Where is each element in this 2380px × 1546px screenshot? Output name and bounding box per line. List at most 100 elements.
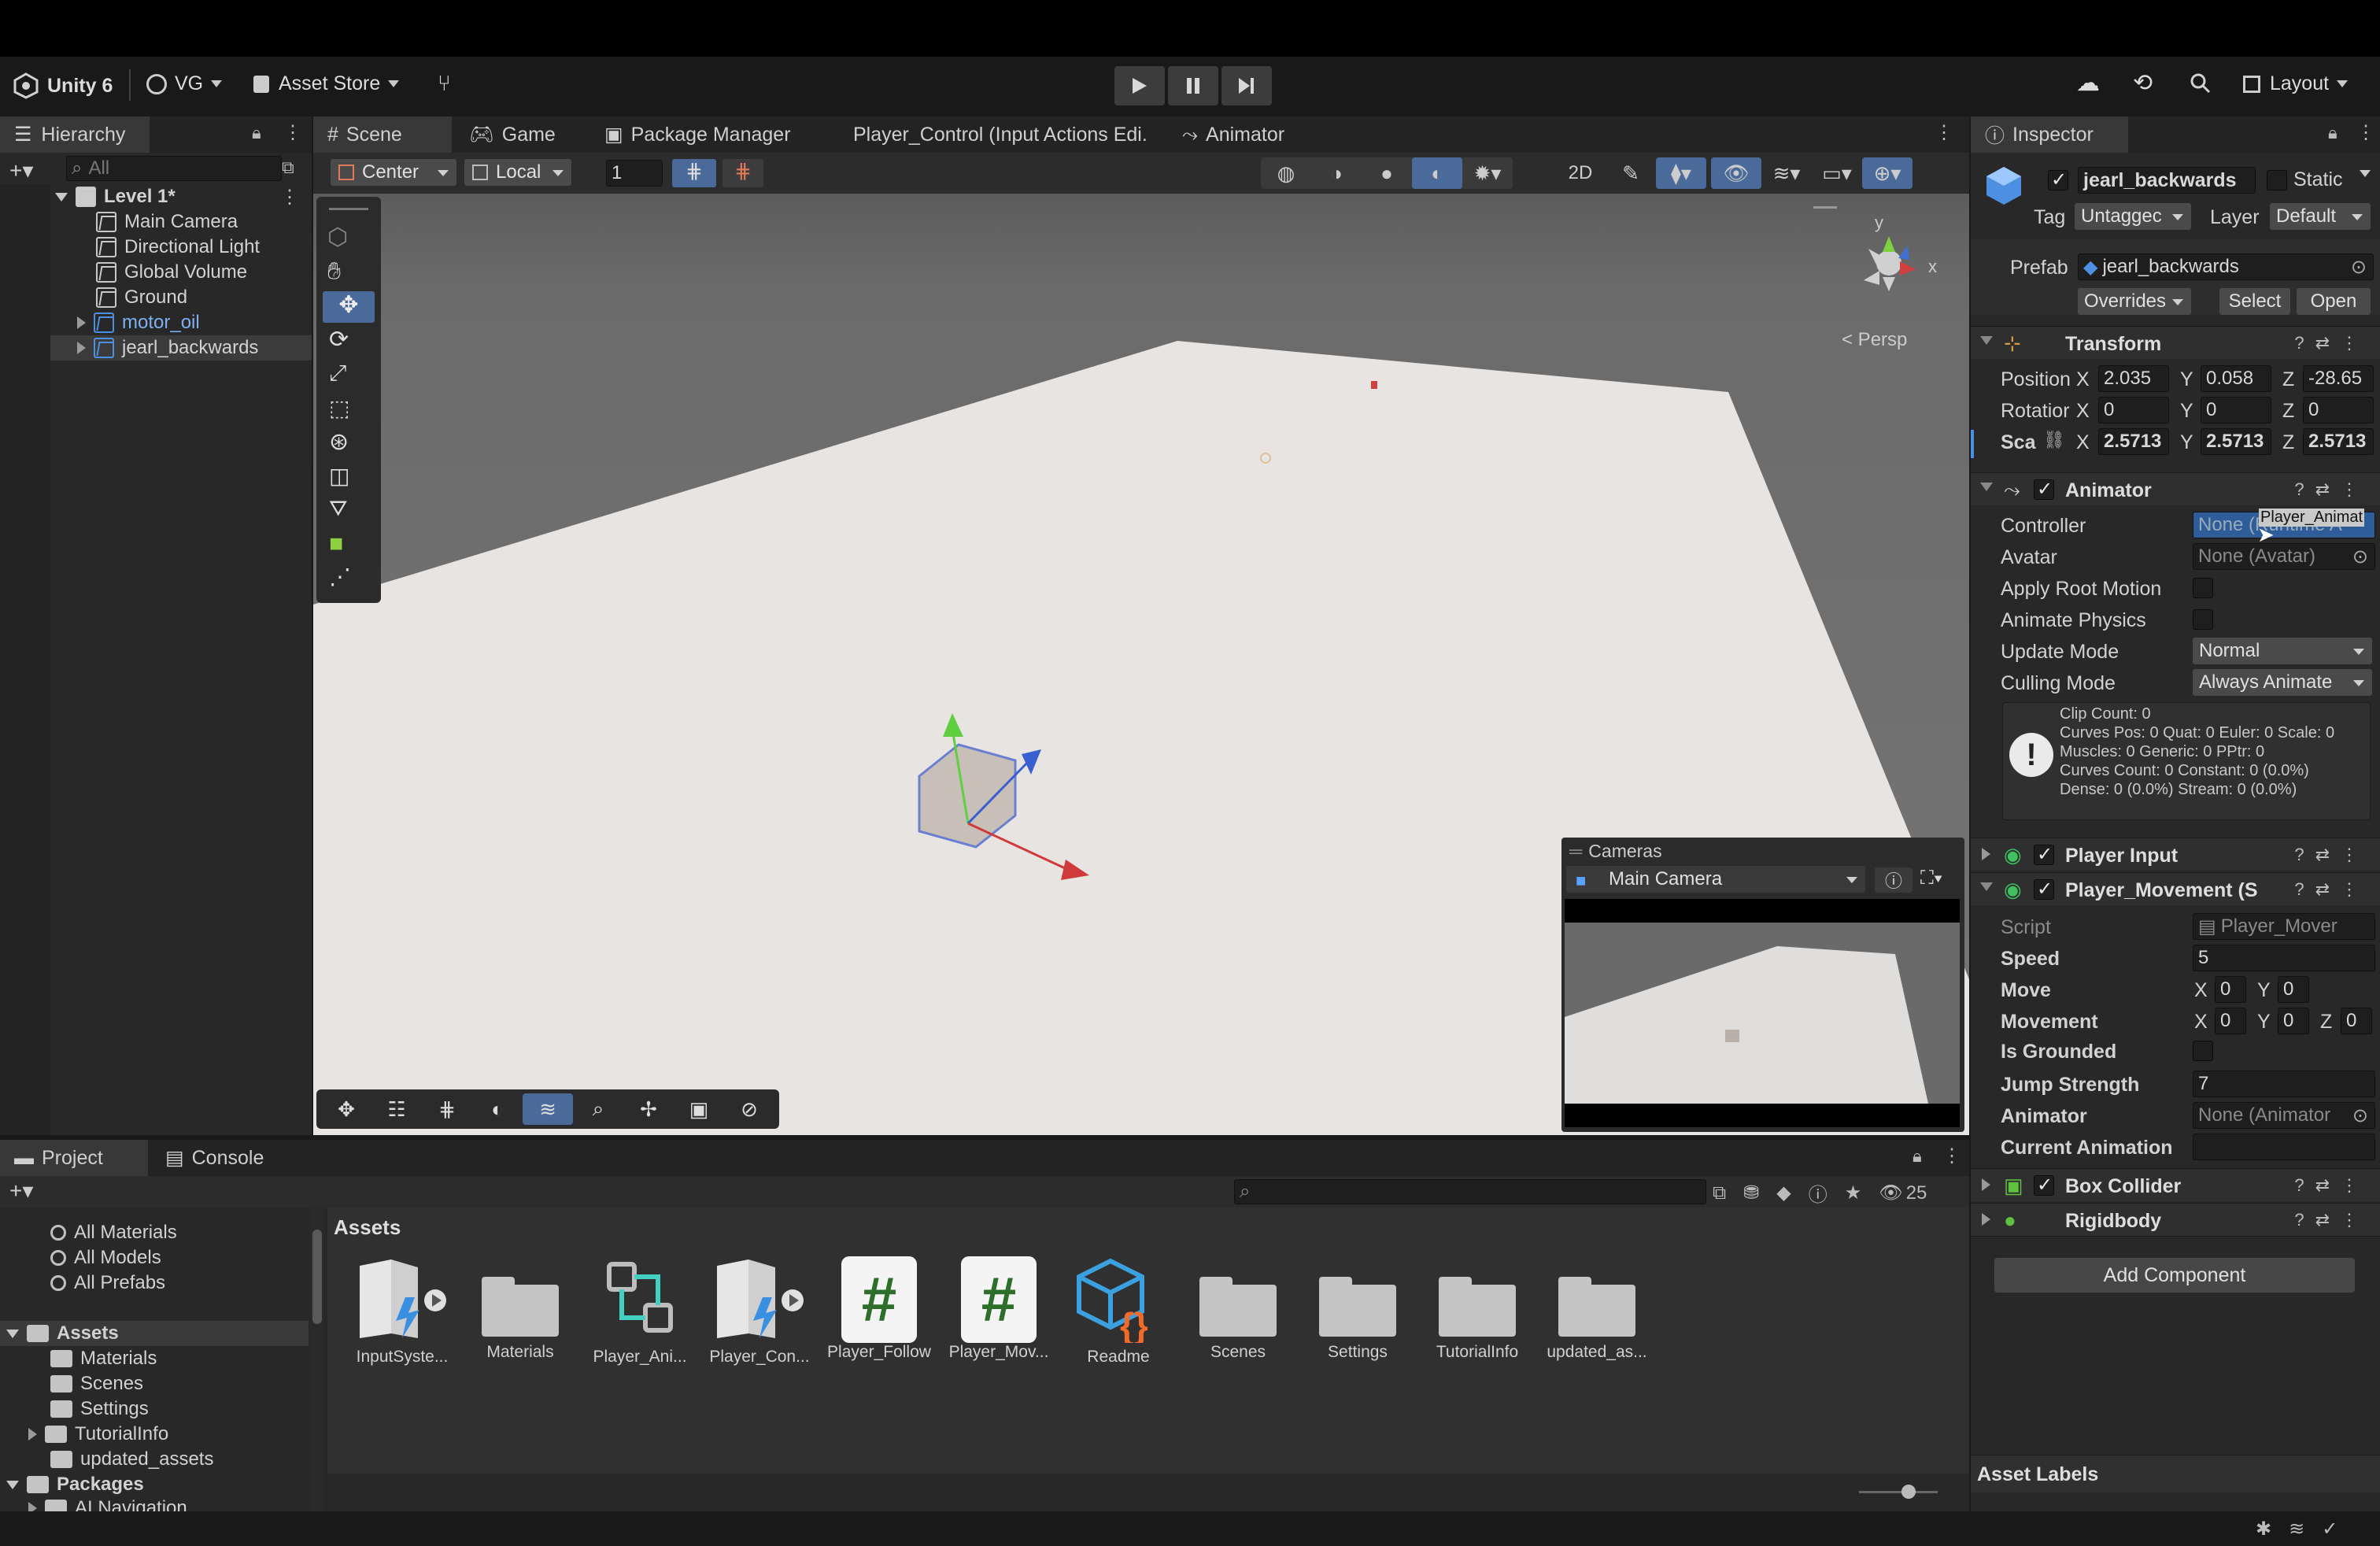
hierarchy-item-jearl-backwards[interactable]: jearl_backwards	[50, 335, 312, 361]
layer-dropdown[interactable]: Default	[2270, 203, 2371, 230]
tree-folder-settings[interactable]: Settings	[50, 1396, 149, 1422]
hidden-packages-toggle[interactable]: 👁︎ 25	[1879, 1182, 1927, 1204]
icon-size-slider-thumb[interactable]	[1901, 1485, 1916, 1499]
rotation-x-field[interactable]: 0	[2098, 397, 2169, 423]
project-search-input[interactable]: ⌕	[1234, 1179, 1706, 1204]
shaded-icon[interactable]: ●	[1362, 157, 1412, 189]
asset-store-dropdown[interactable]: Asset Store	[253, 72, 399, 95]
hidden-objects-icon[interactable]: 👁︎	[1711, 157, 1761, 189]
movement-z-field[interactable]: 0	[2341, 1008, 2372, 1034]
static-checkbox[interactable]	[2267, 170, 2287, 190]
add-object-button[interactable]: +▾	[9, 157, 33, 183]
filter-warning-icon[interactable]: ⓘ	[1809, 1179, 1828, 1207]
scene-viewport[interactable]: ⬡ ✋︎ ✥ ⟳ ⤢ ⬚ ⊛ ◫ ⛛ ■ ⋰ y x < Persp ✥ ☷ ⋕…	[313, 194, 1969, 1135]
icon-size-slider[interactable]	[1859, 1491, 1938, 1493]
cache-server-icon[interactable]: ≋	[2289, 1518, 2304, 1540]
wireframe-globe-icon[interactable]: ◍	[1261, 157, 1311, 189]
move-y-field[interactable]: 0	[2278, 976, 2309, 1003]
player-movement-header[interactable]: ◉ Player_Movement (S ?⇄⋮	[1971, 872, 2380, 905]
lighting-toggle-icon[interactable]: ✎	[1606, 157, 1656, 189]
asset-player-animator[interactable]: Player_Ani...	[581, 1256, 699, 1367]
asset-labels-bar[interactable]: Asset Labels	[1971, 1455, 2380, 1492]
unity-logo-group[interactable]: Unity 6	[13, 72, 113, 99]
scale-tool-icon[interactable]: ⤢	[329, 361, 346, 386]
hierarchy-search-input[interactable]: ⌕ All	[66, 156, 282, 181]
prefab-open-button[interactable]: Open	[2297, 288, 2371, 315]
animator-header[interactable]: ⤳ Animator ?⇄⋮	[1971, 472, 2380, 505]
position-y-field[interactable]: 0.058	[2201, 365, 2271, 392]
constrain-proportions-icon[interactable]: ⛓	[2043, 430, 2065, 450]
pause-button[interactable]	[1168, 66, 1218, 105]
asset-settings-folder[interactable]: Settings	[1299, 1256, 1417, 1362]
search-filter-icon[interactable]: ⧉	[282, 157, 294, 178]
space-mode-dropdown[interactable]: Local	[464, 159, 571, 186]
prefab-field[interactable]: ◆ jearl_backwards ⊙	[2078, 253, 2374, 280]
tab-animator[interactable]: ⤳ Animator	[1168, 117, 1299, 153]
favorite-all-models[interactable]: All Models	[50, 1245, 161, 1270]
filter-type-icon[interactable]: ⛃	[1743, 1182, 1759, 1204]
effects-toggle-icon[interactable]: ⧫▾	[1656, 157, 1706, 189]
more-menu-icon[interactable]: ⋮	[283, 121, 302, 144]
hierarchy-item-directional-light[interactable]: Directional Light	[96, 235, 260, 260]
grid-size-input[interactable]: 1	[606, 160, 663, 187]
tab-scene[interactable]: # Scene	[313, 117, 452, 153]
object-name-input[interactable]: jearl_backwards	[2078, 167, 2256, 194]
increment-snap-toggle[interactable]: ⋕	[722, 159, 763, 187]
more-menu-icon[interactable]: ⋮	[280, 186, 299, 209]
hierarchy-item-main-camera[interactable]: Main Camera	[96, 209, 238, 235]
search-overlay-icon[interactable]: ⌕	[573, 1093, 623, 1125]
gizmo-handle[interactable]	[1813, 206, 1837, 209]
lock-icon[interactable]: 🔒︎	[252, 123, 261, 143]
tab-player-control[interactable]: Player_Control (Input Actions Edi.	[839, 117, 1162, 153]
asset-updated-assets-folder[interactable]: updated_as...	[1538, 1256, 1656, 1362]
rotate-tool-icon[interactable]: ⟳	[329, 326, 349, 353]
layers-overlay-icon[interactable]: ≋	[523, 1093, 573, 1125]
move-tool-icon[interactable]: ✥	[323, 291, 375, 323]
tree-folder-scenes[interactable]: Scenes	[50, 1371, 143, 1396]
version-control-icon[interactable]: ⑂	[438, 71, 451, 96]
tab-project[interactable]: ▬ Project	[0, 1140, 148, 1176]
asset-materials-folder[interactable]: Materials	[461, 1256, 579, 1362]
object-picker-icon[interactable]: ⊙	[2351, 256, 2367, 279]
custom-editor-tool-icon[interactable]: ◫	[329, 463, 349, 489]
movement-y-field[interactable]: 0	[2278, 1008, 2309, 1034]
scale-y-field[interactable]: 2.5713	[2201, 428, 2271, 455]
camera-overlay-icon[interactable]: ▣	[674, 1093, 724, 1125]
component-actions[interactable]: ?⇄⋮	[2294, 1210, 2369, 1230]
script-field[interactable]: ▤ Player_Mover	[2193, 913, 2375, 940]
grid-settings-icon[interactable]: ☷	[371, 1093, 422, 1125]
active-checkbox[interactable]	[2048, 168, 2068, 191]
check-icon[interactable]: ✓	[2322, 1518, 2338, 1540]
pivot-overlay-icon[interactable]: ✢	[623, 1093, 674, 1125]
overrides-dropdown[interactable]: Overrides	[2078, 288, 2191, 315]
view-tool-icon[interactable]: ⬡	[327, 224, 348, 251]
is-grounded-checkbox[interactable]	[2193, 1041, 2213, 1061]
perspective-toggle[interactable]: < Persp	[1842, 329, 1907, 351]
grid-overlay-icon[interactable]: ⋕	[422, 1093, 472, 1125]
hand-tool-icon[interactable]: ✋︎	[327, 258, 341, 285]
object-picker-icon[interactable]: ⊙	[2352, 1104, 2368, 1127]
asset-player-follow[interactable]: # Player_Follow	[820, 1256, 938, 1362]
move-overlay-icon[interactable]: ✥	[321, 1093, 371, 1125]
asset-player-movement[interactable]: # Player_Mov...	[940, 1256, 1058, 1362]
orientation-gizmo[interactable]: y x < Persp	[1840, 213, 1958, 370]
tree-scrollbar[interactable]	[310, 1208, 324, 1511]
rigidbody-header[interactable]: ● Rigidbody ?⇄⋮	[1971, 1203, 2380, 1236]
add-component-button[interactable]: Add Component	[1994, 1258, 2355, 1293]
camera-settings-icon[interactable]: ▭▾	[1812, 157, 1862, 189]
tab-game[interactable]: 🎮︎ Game	[455, 117, 570, 153]
cloud-icon[interactable]: ☁	[2076, 69, 2100, 97]
create-asset-button[interactable]: +▾	[9, 1178, 33, 1204]
avatar-field[interactable]: None (Avatar) ⊙	[2193, 543, 2375, 570]
filter-label-icon[interactable]: ◆	[1776, 1182, 1791, 1204]
transform-tool-icon[interactable]: ⊛	[329, 428, 349, 456]
history-icon[interactable]: ⟲	[2133, 69, 2153, 97]
2d-toggle-icon[interactable]: 2D	[1555, 157, 1606, 189]
tree-folder-updated-assets[interactable]: updated_assets	[50, 1447, 213, 1472]
debug-icon[interactable]: ✱	[2256, 1518, 2271, 1540]
favorite-all-materials[interactable]: All Materials	[50, 1220, 177, 1245]
pivot-mode-dropdown[interactable]: Center	[331, 159, 456, 186]
probuilder-tool-icon[interactable]: ⛛	[329, 496, 348, 522]
object-picker-icon[interactable]: ⊙	[2352, 546, 2368, 568]
step-button[interactable]	[1221, 66, 1272, 105]
